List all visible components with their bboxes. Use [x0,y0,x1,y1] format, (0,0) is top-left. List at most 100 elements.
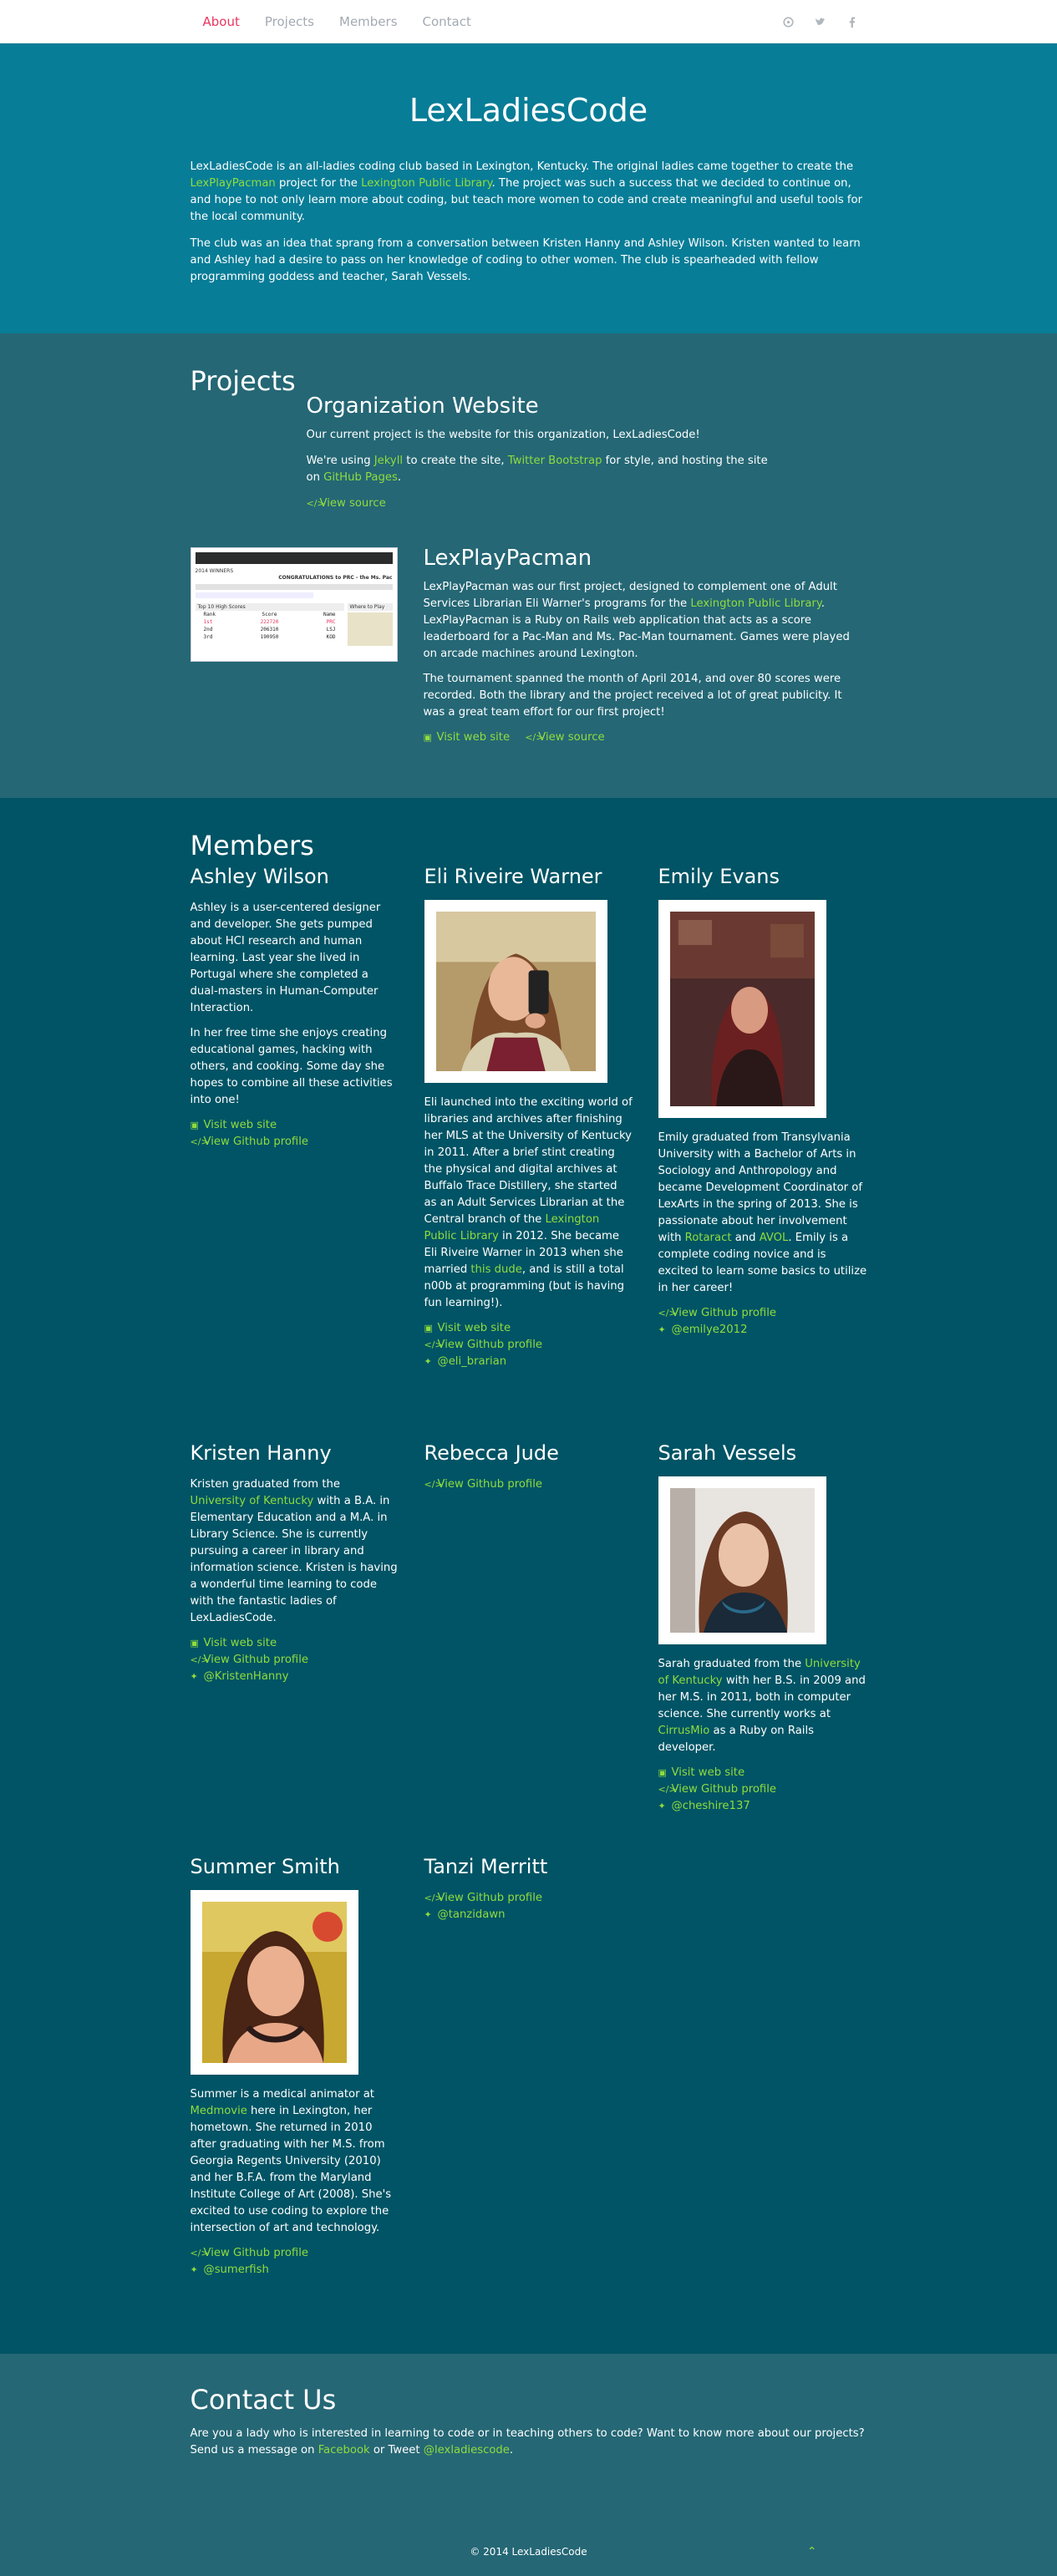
code-icon: </> [424,1479,443,1490]
twitter-handle-link[interactable]: ✦ @KristenHanny [191,1669,399,1685]
external-link-icon: ▣ [423,732,432,743]
social-links [782,15,867,28]
pacman-view-source-link[interactable]: </>View source [525,731,604,744]
org-view-source-link[interactable]: </>View source [307,497,386,510]
code-icon: </> [190,1654,209,1665]
github-profile-link[interactable]: </>View Github profile [424,1890,633,1907]
facebook-icon[interactable] [846,15,859,28]
member-photo [190,1890,358,2075]
member-emily-evans: Emily Evans Emily graduated from Transyl… [658,865,867,1441]
member-summer-smith: Summer Smith Summer is a medical animato… [190,1855,399,2279]
twitter-icon: ✦ [190,2264,198,2275]
member-name: Summer Smith [190,1855,340,1878]
pacman-desc-2: The tournament spanned the month of Apri… [423,673,842,719]
eli-photo [435,912,596,1071]
org-project-title: Organization Website [306,394,539,419]
member-name: Kristen Hanny [190,1441,332,1465]
member-name: Eli Riveire Warner [424,865,602,888]
rotaract-link[interactable]: Rotaract [685,1232,732,1244]
twitter-handle-link[interactable]: ✦ @eli_brarian [424,1354,633,1370]
cirrusmio-link[interactable]: CirrusMio [658,1725,710,1737]
projects-title: Projects [190,365,296,397]
about-paragraph-2: The club was an idea that sprang from a … [190,237,861,283]
github-profile-link[interactable]: </>View Github profile [658,1305,867,1322]
nav-members[interactable]: Members [327,0,410,43]
project-org-website: Organization Website Our current project… [307,394,775,512]
back-to-top-icon[interactable]: ⌃ [807,2528,817,2576]
bootstrap-link[interactable]: Twitter Bootstrap [508,455,602,467]
twitter-link[interactable]: @lexladiescode [424,2444,510,2457]
visit-web-site-link[interactable]: ▣ Visit web site [658,1765,867,1781]
twitter-handle-link[interactable]: ✦ @emilye2012 [658,1322,867,1339]
about-section: LexLadiesCode LexLadiesCode is an all-la… [0,43,1057,333]
pacman-desc-1: LexPlayPacman was our first project, des… [423,581,850,660]
facebook-link[interactable]: Facebook [318,2444,370,2457]
this-dude-link[interactable]: this dude [470,1263,521,1276]
member-name: Sarah Vessels [658,1441,797,1465]
external-link-icon: ▣ [658,1767,667,1778]
sarah-photo [669,1488,815,1633]
external-link-icon: ▣ [190,1638,199,1649]
code-icon: </> [306,498,325,509]
pacman-library-link[interactable]: Lexington Public Library [690,597,821,610]
member-photo [424,900,607,1083]
github-icon[interactable] [782,15,795,28]
summer-photo [201,1902,347,2063]
github-profile-link[interactable]: </>View Github profile [191,1652,399,1669]
members-section: Members Ashley Wilson Ashley is a user-c… [0,798,1057,2354]
member-name: Tanzi Merritt [424,1855,548,1878]
member-photo [658,1476,826,1644]
github-profile-link[interactable]: </>View Github profile [191,2245,399,2262]
code-icon: </> [658,1308,677,1318]
site-title: LexLadiesCode [409,92,648,129]
jekyll-link[interactable]: Jekyll [374,455,403,467]
contact-text: Are you a lady who is interested in lear… [190,2427,865,2457]
about-paragraph-1: LexLadiesCode is an all-ladies coding cl… [190,160,863,223]
member-name: Emily Evans [658,865,780,888]
member-eli-riveire-warner: Eli Riveire Warner Eli launched into the… [424,865,633,1441]
member-rebecca-jude: Rebecca Jude </>View Github profile [424,1441,633,1855]
twitter-icon: ✦ [658,1801,666,1811]
visit-web-site-link[interactable]: ▣ Visit web site [191,1635,399,1652]
external-link-icon: ▣ [190,1120,199,1130]
twitter-icon: ✦ [658,1324,666,1335]
code-icon: </> [525,732,544,743]
nav-contact[interactable]: Contact [410,0,484,43]
nav-projects[interactable]: Projects [252,0,327,43]
twitter-icon[interactable] [814,15,827,28]
org-project-desc: Our current project is the website for t… [306,429,700,441]
avol-link[interactable]: AVOL [760,1232,789,1244]
pacman-screenshot: 2014 WINNERS CONGRATULATIONS to PRC - th… [190,547,398,662]
projects-section: Projects Organization Website Our curren… [0,333,1057,798]
twitter-handle-link[interactable]: ✦ @tanzidawn [424,1907,633,1923]
twitter-icon: ✦ [190,1671,198,1682]
twitter-icon: ✦ [424,1356,432,1367]
code-icon: </> [190,2248,209,2258]
pacman-project-title: LexPlayPacman [423,546,592,571]
pacman-visit-site-link[interactable]: ▣ Visit web site [424,731,511,744]
twitter-handle-link[interactable]: ✦ @cheshire137 [658,1798,867,1815]
library-link[interactable]: Lexington Public Library [361,177,491,190]
navbar: About Projects Members Contact [0,0,1057,43]
twitter-icon: ✦ [424,1909,432,1920]
twitter-handle-link[interactable]: ✦ @sumerfish [191,2262,399,2279]
uk-link[interactable]: University of Kentucky [191,1495,314,1507]
nav-links: About Projects Members Contact [191,0,484,43]
members-title: Members [190,830,314,861]
github-profile-link[interactable]: </>View Github profile [424,1337,633,1354]
code-icon: </> [424,1339,443,1350]
visit-web-site-link[interactable]: ▣ Visit web site [424,1320,633,1337]
nav-about[interactable]: About [191,0,252,43]
copyright: © 2014 LexLadiesCode [470,2546,587,2558]
github-profile-link[interactable]: </>View Github profile [191,1134,399,1151]
github-pages-link[interactable]: GitHub Pages [323,471,398,484]
lexplaypacman-link[interactable]: LexPlayPacman [191,177,276,190]
visit-web-site-link[interactable]: ▣ Visit web site [191,1117,399,1134]
github-profile-link[interactable]: </>View Github profile [424,1476,633,1493]
github-profile-link[interactable]: </>View Github profile [658,1781,867,1798]
member-name: Rebecca Jude [424,1441,559,1465]
code-icon: </> [190,1136,209,1147]
contact-title: Contact Us [190,2384,337,2416]
medmovie-link[interactable]: Medmovie [191,2105,247,2117]
member-name: Ashley Wilson [190,865,329,888]
